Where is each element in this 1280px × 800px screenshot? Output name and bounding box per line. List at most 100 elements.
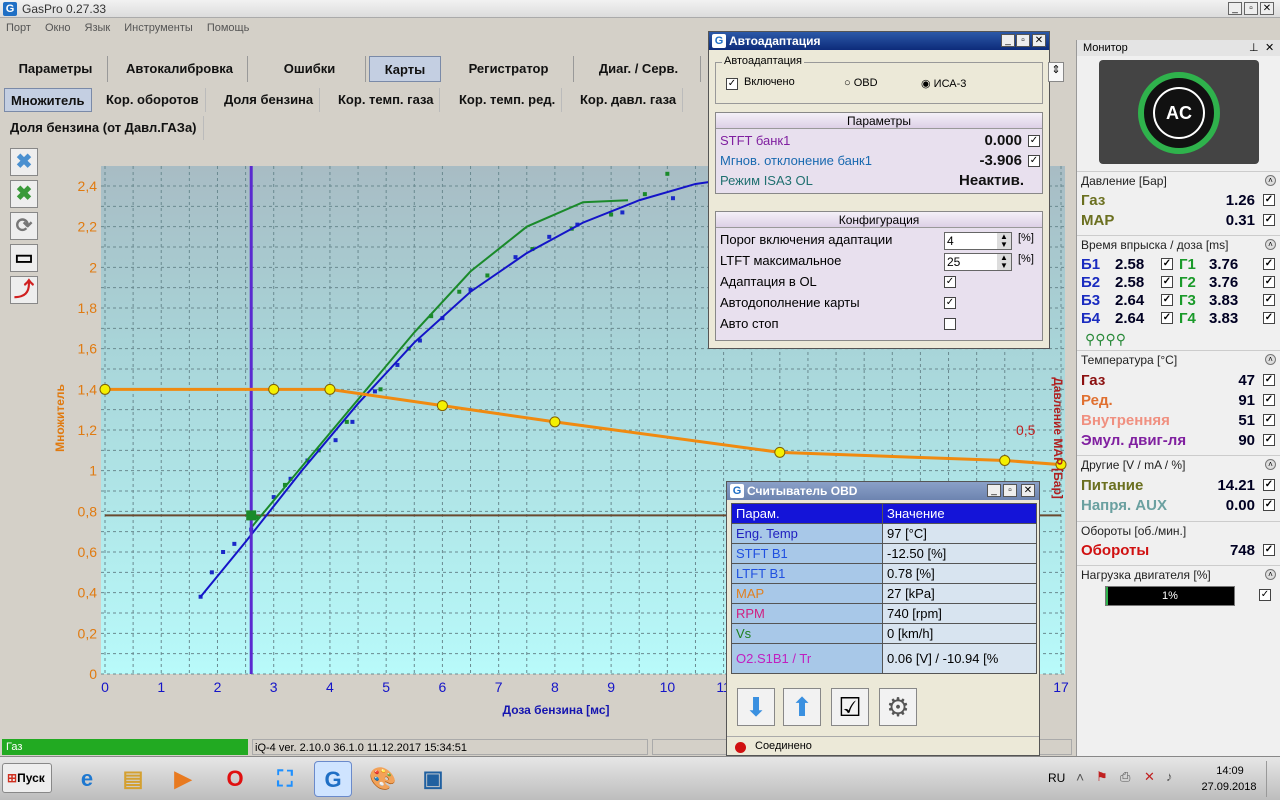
menu-tools[interactable]: Инструменты [124, 18, 193, 38]
close-button[interactable]: ✕ [1260, 2, 1274, 15]
autoadapt-close-button[interactable]: ✕ [1032, 34, 1046, 47]
parameters-panel: Параметры STFT банк1 0.000 ✓ Мгнов. откл… [715, 112, 1043, 194]
paint-icon[interactable]: 🎨 [364, 761, 402, 797]
y-tick-label: 0,6 [78, 544, 98, 560]
radio-obd[interactable]: ○ OBD [844, 77, 878, 89]
opera-icon[interactable]: O [216, 761, 254, 797]
ie-icon[interactable]: e [68, 761, 106, 797]
curve-icon[interactable]: ⤴ [10, 276, 38, 304]
obd-restore-button[interactable]: ▫ [1003, 484, 1017, 497]
collapse-other-icon[interactable]: ˄ [1265, 459, 1276, 470]
gaspro-task-icon[interactable]: G [314, 761, 352, 797]
subtab-rpm-correction[interactable]: Кор. оборотов [100, 88, 206, 112]
ol-checkbox[interactable]: ✓ [944, 276, 956, 288]
screenshot-tool-icon[interactable]: ⛶ [266, 761, 304, 797]
mgnov-checkbox[interactable]: ✓ [1028, 155, 1040, 167]
load-checkbox[interactable]: ✓ [1259, 589, 1271, 601]
tab-recorder[interactable]: Регистратор [444, 56, 574, 82]
language-indicator[interactable]: RU [1048, 771, 1065, 785]
select-checkbox-icon[interactable]: ☑ [831, 688, 869, 726]
volume-icon[interactable]: ♪ [1166, 769, 1173, 784]
x-tick-label: 1 [157, 679, 165, 695]
tab-parameters[interactable]: Параметры [4, 56, 108, 82]
clock-date[interactable]: 27.09.2018 [1196, 781, 1262, 793]
explorer-icon[interactable]: ▤ [114, 761, 152, 797]
gas-injector-checkbox[interactable]: ✓ [1263, 294, 1275, 306]
settings-gear-icon[interactable]: ⚙ [879, 688, 917, 726]
collapse-load-icon[interactable]: ˄ [1265, 569, 1276, 580]
subtab-gas-pressure-correction[interactable]: Кор. давл. газа [574, 88, 684, 112]
network-icon[interactable]: ✕ [1144, 769, 1155, 785]
tab-maps[interactable]: Карты [369, 56, 441, 82]
move-down-icon[interactable]: ⬇ [737, 688, 775, 726]
subtab-petrol-share-gas-pressure[interactable]: Доля бензина (от Давл.ГАЗа) [4, 116, 204, 140]
collapse-injection-icon[interactable]: ˄ [1265, 239, 1276, 250]
collapse-pressure-icon[interactable]: ˄ [1265, 175, 1276, 186]
collapse-temperature-icon[interactable]: ˄ [1265, 354, 1276, 365]
bank-checkbox[interactable]: ✓ [1161, 276, 1173, 288]
subtab-gas-temp-correction[interactable]: Кор. темп. газа [332, 88, 441, 112]
subtab-multiplier[interactable]: Множитель [4, 88, 92, 112]
autostop-checkbox[interactable] [944, 318, 956, 330]
obd-close-button[interactable]: ✕ [1021, 484, 1035, 497]
ltft-max-input[interactable]: 25 ▲ ▼ [944, 253, 1012, 271]
temperature-checkbox[interactable]: ✓ [1263, 414, 1275, 426]
pin-monitor-icon[interactable]: ⊥ [1249, 41, 1259, 54]
clear-blue-icon[interactable]: ✖ [10, 148, 38, 176]
tray-app-icon[interactable]: ⚑ [1096, 769, 1108, 785]
aux-checkbox[interactable]: ✓ [1263, 499, 1275, 511]
bank-checkbox[interactable]: ✓ [1161, 294, 1173, 306]
y-tick-label: 1,2 [78, 422, 98, 438]
stft-checkbox[interactable]: ✓ [1028, 135, 1040, 147]
temperature-checkbox[interactable]: ✓ [1263, 374, 1275, 386]
obd-value: 27 [kPa] [882, 583, 1037, 604]
autoadapt-minimize-button[interactable]: _ [1001, 34, 1015, 47]
ac-logo-text: AC [1153, 87, 1205, 139]
subtab-petrol-share[interactable]: Доля бензина [218, 88, 321, 112]
autofill-checkbox[interactable]: ✓ [944, 297, 956, 309]
menu-language[interactable]: Язык [85, 18, 111, 38]
menu-port[interactable]: Порт [6, 18, 31, 38]
clock-time[interactable]: 14:09 [1204, 765, 1256, 777]
gas-injector-checkbox[interactable]: ✓ [1263, 312, 1275, 324]
tab-errors[interactable]: Ошибки [254, 56, 366, 82]
refresh-icon[interactable]: ⟳ [10, 212, 38, 240]
minimize-button[interactable]: _ [1228, 2, 1242, 15]
tab-autocalibration[interactable]: Автокалибровка [112, 56, 248, 82]
image-viewer-icon[interactable]: ▣ [414, 761, 452, 797]
subtab-reducer-temp-correction[interactable]: Кор. темп. ред. [453, 88, 563, 112]
show-desktop-button[interactable] [1266, 761, 1278, 797]
threshold-input[interactable]: 4 ▲ ▼ [944, 232, 1012, 250]
enabled-checkbox[interactable]: ✓ [726, 78, 738, 90]
menu-help[interactable]: Помощь [207, 18, 250, 38]
media-player-icon[interactable]: ▶ [164, 761, 202, 797]
temperature-checkbox[interactable]: ✓ [1263, 394, 1275, 406]
move-up-icon[interactable]: ⬆ [783, 688, 821, 726]
obd-minimize-button[interactable]: _ [987, 484, 1001, 497]
autoadapt-restore-button[interactable]: ▫ [1016, 34, 1030, 47]
start-button[interactable]: ⊞Пуск [2, 763, 52, 793]
x-tick-label: 4 [326, 679, 334, 695]
injection-row: Б4 2.64 ✓ Г4 3.83 ✓ [1081, 309, 1275, 328]
tray-expand-icon[interactable]: ˄ [1076, 769, 1084, 785]
clear-green-icon[interactable]: ✖ [10, 180, 38, 208]
gas-pressure-checkbox[interactable]: ✓ [1263, 194, 1275, 206]
temperature-checkbox[interactable]: ✓ [1263, 434, 1275, 446]
menu-window[interactable]: Окно [45, 18, 71, 38]
y-tick-labels: 0 0,2 0,4 0,6 0,8 1 1,2 1,4 1,6 1,8 2 2,2 2,4 [78, 178, 98, 682]
gas-injector-checkbox[interactable]: ✓ [1263, 276, 1275, 288]
restore-button[interactable]: ▫ [1244, 2, 1258, 15]
bank-checkbox[interactable]: ✓ [1161, 258, 1173, 270]
autoadapt-titlebar: G Автоадаптация _ ▫ ✕ [709, 32, 1049, 50]
radio-isa3[interactable]: ◉ ИСА-3 [921, 77, 966, 90]
pin-icon[interactable]: ⇕ [1048, 62, 1064, 82]
supply-checkbox[interactable]: ✓ [1263, 479, 1275, 491]
map-checkbox[interactable]: ✓ [1263, 214, 1275, 226]
apply-frame-icon[interactable]: ▭ [10, 244, 38, 272]
gas-injector-checkbox[interactable]: ✓ [1263, 258, 1275, 270]
close-monitor-icon[interactable]: ✕ [1265, 41, 1274, 54]
tab-diag-service[interactable]: Диаг. / Серв. [577, 56, 701, 82]
rpm-checkbox[interactable]: ✓ [1263, 544, 1275, 556]
tray-device-icon[interactable]: ⎙ [1120, 769, 1130, 785]
bank-checkbox[interactable]: ✓ [1161, 312, 1173, 324]
